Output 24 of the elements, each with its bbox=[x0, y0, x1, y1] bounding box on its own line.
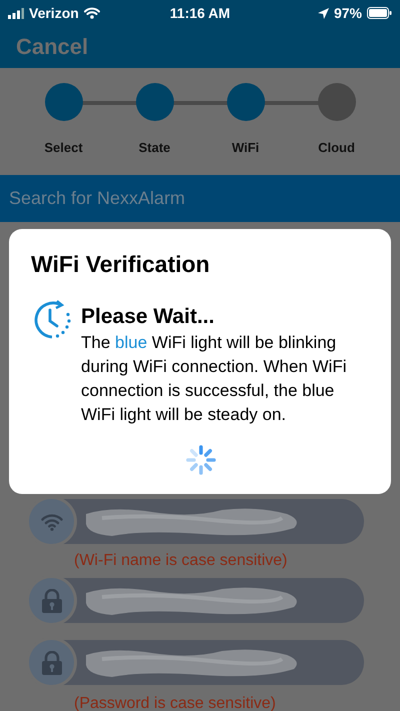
wifi-icon bbox=[40, 512, 62, 530]
clock-time: 11:16 AM bbox=[170, 5, 230, 21]
battery-icon bbox=[367, 7, 392, 19]
dialog-title: WiFi Verification bbox=[31, 251, 211, 278]
battery-percent: 97% bbox=[334, 5, 362, 21]
step-label: Cloud bbox=[318, 140, 355, 155]
step-label: WiFi bbox=[232, 140, 260, 155]
input-field[interactable] bbox=[29, 640, 364, 685]
wifi-icon bbox=[84, 7, 100, 19]
input-field[interactable] bbox=[29, 578, 364, 623]
lock-icon bbox=[40, 650, 62, 674]
hint-text: (Password is case sensitive) bbox=[74, 695, 277, 711]
step-label: Select bbox=[44, 140, 83, 155]
carrier-name: Verizon bbox=[29, 5, 79, 21]
cancel-button[interactable]: Cancel bbox=[16, 34, 88, 60]
input-field[interactable] bbox=[29, 499, 364, 544]
location-icon bbox=[318, 8, 329, 18]
dialog-heading: Please Wait... bbox=[81, 305, 216, 329]
hint-text: (Wi-Fi name is case sensitive) bbox=[74, 552, 288, 570]
lock-icon bbox=[40, 588, 62, 612]
search-field[interactable]: Search for NexxAlarm bbox=[0, 175, 400, 222]
step-label: State bbox=[138, 140, 170, 155]
signal-icon bbox=[8, 8, 24, 18]
dialog-message: The blue WiFi light will be blinking during WiFi connection. When WiFi connection is successful, the blue WiFi light will be steady on. bbox=[81, 332, 348, 426]
